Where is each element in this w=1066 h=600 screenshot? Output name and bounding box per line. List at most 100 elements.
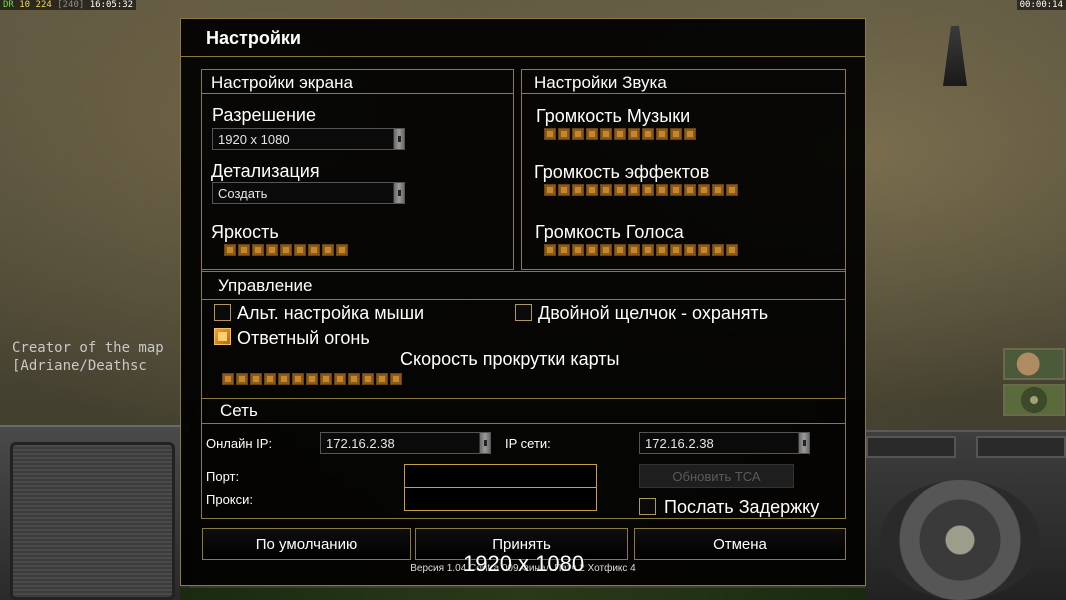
effects-volume-label: Громкость эффектов — [534, 162, 710, 182]
detail-value: Создать — [218, 185, 268, 201]
general-portrait-icon[interactable] — [1003, 348, 1065, 380]
slider-segment[interactable] — [308, 244, 320, 256]
slider-segment[interactable] — [698, 244, 710, 256]
port-input[interactable] — [404, 464, 597, 488]
slider-segment[interactable] — [614, 184, 626, 196]
slider-segment[interactable] — [322, 244, 334, 256]
slider-segment[interactable] — [586, 244, 598, 256]
slider-segment[interactable] — [280, 244, 292, 256]
slider-segment[interactable] — [544, 244, 556, 256]
slider-segment[interactable] — [336, 244, 348, 256]
slider-segment[interactable] — [684, 184, 696, 196]
return-fire-checkbox[interactable] — [214, 328, 231, 345]
slider-segment[interactable] — [266, 244, 278, 256]
slider-segment[interactable] — [600, 184, 612, 196]
slider-segment[interactable] — [628, 244, 640, 256]
slider-segment[interactable] — [656, 128, 668, 140]
slider-segment[interactable] — [572, 128, 584, 140]
slider-segment[interactable] — [670, 184, 682, 196]
slider-segment[interactable] — [292, 373, 304, 385]
resolution-overlay-text: 1920 x 1080 — [463, 551, 585, 576]
slider-segment[interactable] — [390, 373, 402, 385]
brightness-slider[interactable] — [224, 244, 348, 257]
slider-segment[interactable] — [224, 244, 236, 256]
slider-segment[interactable] — [252, 244, 264, 256]
slider-segment[interactable] — [236, 373, 248, 385]
alt-mouse-label: Альт. настройка мыши — [237, 303, 425, 323]
slider-segment[interactable] — [726, 244, 738, 256]
slider-segment[interactable] — [222, 373, 234, 385]
lan-ip-select[interactable]: 172.16.2.38 — [639, 432, 810, 454]
resolution-select[interactable]: 1920 x 1080 — [212, 128, 405, 150]
lan-ip-value: 172.16.2.38 — [645, 435, 714, 451]
dropdown-arrow-icon[interactable] — [798, 433, 809, 453]
slider-segment[interactable] — [684, 244, 696, 256]
dropdown-toggle-button[interactable] — [866, 436, 956, 458]
music-volume-label: Громкость Музыки — [536, 106, 691, 126]
slider-segment[interactable] — [320, 373, 332, 385]
alt-mouse-checkbox[interactable] — [214, 304, 231, 321]
bottom-strip — [180, 588, 866, 600]
slider-segment[interactable] — [362, 373, 374, 385]
slider-segment[interactable] — [558, 244, 570, 256]
slider-segment[interactable] — [558, 184, 570, 196]
slider-segment[interactable] — [670, 128, 682, 140]
slider-segment[interactable] — [558, 128, 570, 140]
cancel-button[interactable]: Отмена — [634, 528, 846, 560]
slider-segment[interactable] — [614, 128, 626, 140]
detail-select[interactable]: Создать — [212, 182, 405, 204]
slider-segment[interactable] — [278, 373, 290, 385]
scroll-speed-slider[interactable] — [222, 373, 402, 386]
divider — [202, 518, 846, 519]
slider-segment[interactable] — [712, 184, 724, 196]
dropdown-arrow-icon[interactable] — [479, 433, 490, 453]
slider-segment[interactable] — [572, 184, 584, 196]
slider-segment[interactable] — [306, 373, 318, 385]
slider-segment[interactable] — [642, 184, 654, 196]
slider-segment[interactable] — [600, 244, 612, 256]
slider-segment[interactable] — [684, 128, 696, 140]
slider-segment[interactable] — [698, 184, 710, 196]
slider-segment[interactable] — [334, 373, 346, 385]
slider-segment[interactable] — [656, 244, 668, 256]
game-timer: 00:00:14 — [1016, 0, 1066, 10]
proxy-input[interactable] — [404, 487, 597, 511]
slider-segment[interactable] — [586, 184, 598, 196]
slider-segment[interactable] — [600, 128, 612, 140]
slider-segment[interactable] — [642, 128, 654, 140]
effects-volume-slider[interactable] — [544, 184, 738, 197]
slider-segment[interactable] — [264, 373, 276, 385]
target-icon[interactable] — [1003, 384, 1065, 416]
slider-segment[interactable] — [572, 244, 584, 256]
voice-volume-slider[interactable] — [544, 244, 738, 257]
slider-segment[interactable] — [348, 373, 360, 385]
defaults-button[interactable]: По умолчанию — [202, 528, 411, 560]
dropdown-arrow-icon[interactable] — [393, 129, 404, 149]
slider-segment[interactable] — [294, 244, 306, 256]
dropdown-arrow-icon[interactable] — [393, 183, 404, 203]
slider-segment[interactable] — [670, 244, 682, 256]
slider-segment[interactable] — [726, 184, 738, 196]
online-ip-select[interactable]: 172.16.2.38 — [320, 432, 491, 454]
double-click-checkbox[interactable] — [515, 304, 532, 321]
divider — [201, 270, 202, 519]
slider-segment[interactable] — [586, 128, 598, 140]
update-tca-button[interactable]: Обновить ТСА — [639, 464, 794, 488]
slider-segment[interactable] — [642, 244, 654, 256]
slider-segment[interactable] — [614, 244, 626, 256]
music-volume-slider[interactable] — [544, 128, 696, 141]
slider-segment[interactable] — [656, 184, 668, 196]
map-creator-author: [Adriane/Deathsc — [12, 358, 147, 374]
slider-segment[interactable] — [250, 373, 262, 385]
send-delay-checkbox[interactable] — [639, 498, 656, 515]
slider-segment[interactable] — [628, 128, 640, 140]
slider-segment[interactable] — [628, 184, 640, 196]
slider-segment[interactable] — [712, 244, 724, 256]
scroll-speed-label: Скорость прокрутки карты — [400, 349, 620, 369]
slider-segment[interactable] — [544, 128, 556, 140]
slider-segment[interactable] — [544, 184, 556, 196]
brightness-label: Яркость — [211, 222, 279, 242]
slider-segment[interactable] — [238, 244, 250, 256]
rank-stars-button[interactable] — [976, 436, 1066, 458]
slider-segment[interactable] — [376, 373, 388, 385]
